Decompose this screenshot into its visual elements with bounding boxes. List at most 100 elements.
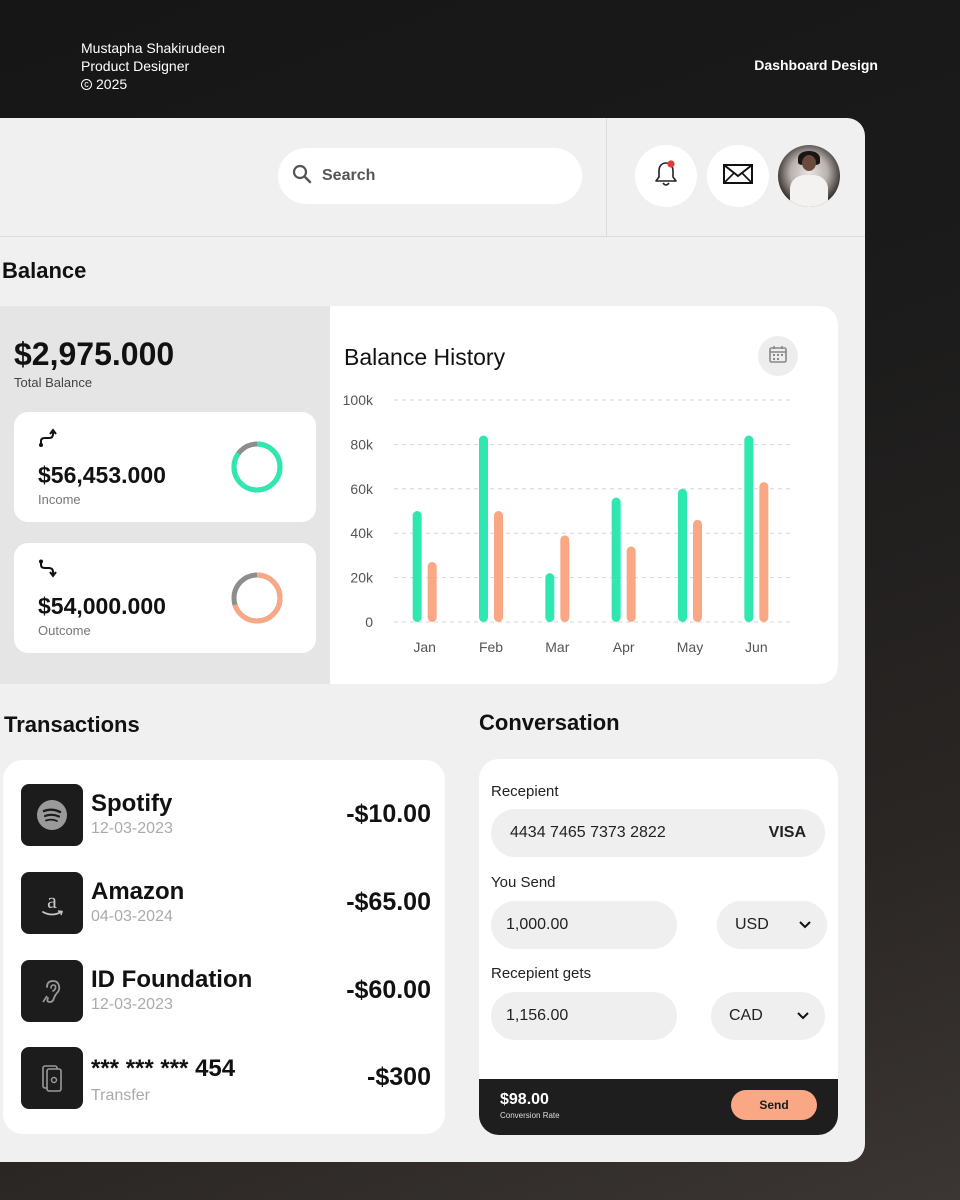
chart-bar [427, 562, 437, 622]
outcome-arrow-icon [38, 559, 60, 584]
balance-history-chart: 0 20k 40k 60k 80k 100k Jan Feb Mar Apr May Jun [343, 392, 792, 655]
dashboard-frame: Search Balance $2,975.000 Total Balance … [0, 118, 865, 1162]
chart-bar [611, 497, 621, 622]
chart-bar [759, 482, 769, 622]
send-button[interactable]: Send [731, 1090, 817, 1120]
send-amount-value: 1,000.00 [506, 916, 569, 933]
transaction-date: 12-03-2023 [91, 996, 173, 1013]
chart-bar [560, 535, 570, 622]
transaction-name: Spotify [91, 790, 173, 817]
transaction-amount: -$60.00 [346, 976, 431, 1004]
chart-bar [412, 511, 422, 622]
balance-title: Balance [2, 258, 87, 283]
total-balance-amount: $2,975.000 [14, 336, 175, 372]
y-tick-label: 80k [350, 436, 374, 452]
chart-bar [693, 519, 702, 622]
x-tick-label: Apr [613, 639, 635, 655]
transaction-amount: -$300 [367, 1063, 431, 1091]
conversation-title: Conversation [479, 710, 620, 735]
top-bar: Search [0, 118, 865, 237]
transaction-row[interactable]: Spotify 12-03-2023 -$10.00 [21, 784, 431, 846]
conversion-rate-label: Conversion Rate [500, 1111, 560, 1120]
designer-role: Product Designer [81, 58, 190, 74]
transaction-name: Amazon [91, 878, 185, 905]
hearing-icon [21, 960, 83, 1022]
notifications-button[interactable] [635, 145, 697, 207]
conversion-footer: $98.00 Conversion Rate Send [479, 1079, 838, 1135]
gets-amount-value: 1,156.00 [506, 1007, 569, 1024]
transaction-row[interactable]: a Amazon 04-03-2024 -$65.00 [21, 872, 431, 934]
x-tick-label: Jun [745, 639, 768, 655]
avatar-head [802, 155, 816, 171]
recipient-label: Recepient [491, 783, 559, 800]
x-tick-label: Jan [413, 639, 436, 655]
search-placeholder: Search [322, 167, 376, 184]
income-label: Income [38, 492, 81, 507]
recipient-card-field[interactable]: 4434 7465 7373 2822 VISA [491, 809, 825, 857]
search-input[interactable]: Search [278, 148, 582, 204]
recipient-gets-label: Recepient gets [491, 965, 592, 982]
envelope-icon [722, 162, 754, 191]
income-ring [231, 441, 283, 493]
transaction-date: 12-03-2023 [91, 820, 173, 837]
chart-bar [744, 435, 754, 622]
topbar-divider [606, 118, 607, 236]
project-label: Dashboard Design [754, 57, 878, 73]
send-currency-select[interactable]: USD [717, 901, 827, 949]
chart-bar [479, 435, 488, 622]
designer-credit: Mustapha Shakirudeen Product Designer c … [81, 39, 225, 93]
transaction-amount: -$65.00 [346, 888, 431, 916]
chart-bar [678, 488, 687, 622]
gets-amount-input[interactable]: 1,156.00 [491, 992, 677, 1040]
income-amount: $56,453.000 [38, 462, 166, 488]
transactions-title: Transactions [4, 712, 140, 737]
income-card[interactable]: $56,453.000 Income [14, 412, 316, 522]
chevron-down-icon [797, 1007, 809, 1025]
transfer-icon [21, 1047, 83, 1109]
card-brand: VISA [768, 824, 806, 841]
gets-currency-value: CAD [729, 1007, 763, 1024]
outcome-ring [231, 572, 283, 624]
outcome-card[interactable]: $54,000.000 Outcome [14, 543, 316, 653]
transaction-type: Transfer [91, 1087, 150, 1104]
y-tick-label: 20k [350, 570, 374, 586]
spotify-icon [21, 784, 83, 846]
chart-bar [626, 546, 636, 622]
y-tick-label: 60k [350, 481, 374, 497]
chart-bar [545, 573, 555, 622]
x-tick-label: May [677, 639, 703, 655]
chevron-down-icon [799, 916, 811, 934]
bell-icon [652, 159, 680, 194]
credit-year-row: c 2025 [81, 75, 225, 93]
card-number: 4434 7465 7373 2822 [510, 824, 666, 841]
gets-currency-select[interactable]: CAD [711, 992, 825, 1040]
search-icon [292, 164, 312, 189]
transaction-amount: -$10.00 [346, 800, 431, 828]
total-balance-label: Total Balance [14, 375, 93, 390]
send-currency-value: USD [735, 916, 769, 933]
balance-history-card: Balance History 0 20k 40k 60k 80k 100k Jan Feb M… [330, 306, 838, 684]
transaction-row[interactable]: *** *** *** 454 Transfer -$300 [21, 1047, 431, 1109]
x-tick-label: Feb [479, 639, 503, 655]
send-amount-input[interactable]: 1,000.00 [491, 901, 677, 949]
conversion-rate-value: $98.00 [500, 1091, 549, 1108]
total-balance: $2,975.000 Total Balance [14, 336, 174, 390]
y-tick-label: 100k [343, 392, 374, 408]
transaction-name: *** *** *** 454 [91, 1055, 236, 1082]
messages-button[interactable] [707, 145, 769, 207]
copyright-icon: c [81, 78, 92, 90]
transaction-row[interactable]: ID Foundation 12-03-2023 -$60.00 [21, 960, 431, 1022]
svg-text:a: a [47, 888, 57, 913]
avatar-body [790, 175, 828, 207]
credit-year: 2025 [96, 76, 128, 92]
chart-bar [494, 511, 503, 622]
x-tick-label: Mar [545, 639, 569, 655]
transaction-date: 04-03-2024 [91, 908, 173, 925]
outcome-amount: $54,000.000 [38, 593, 166, 619]
user-avatar[interactable] [778, 145, 840, 207]
income-arrow-icon [38, 428, 60, 453]
you-send-label: You Send [491, 874, 556, 891]
amazon-icon: a [21, 872, 83, 934]
balance-section: $2,975.000 Total Balance $56,453.000 Inc… [0, 306, 838, 684]
transactions-card: Spotify 12-03-2023 -$10.00 a Amazon 04-0… [3, 760, 445, 1134]
